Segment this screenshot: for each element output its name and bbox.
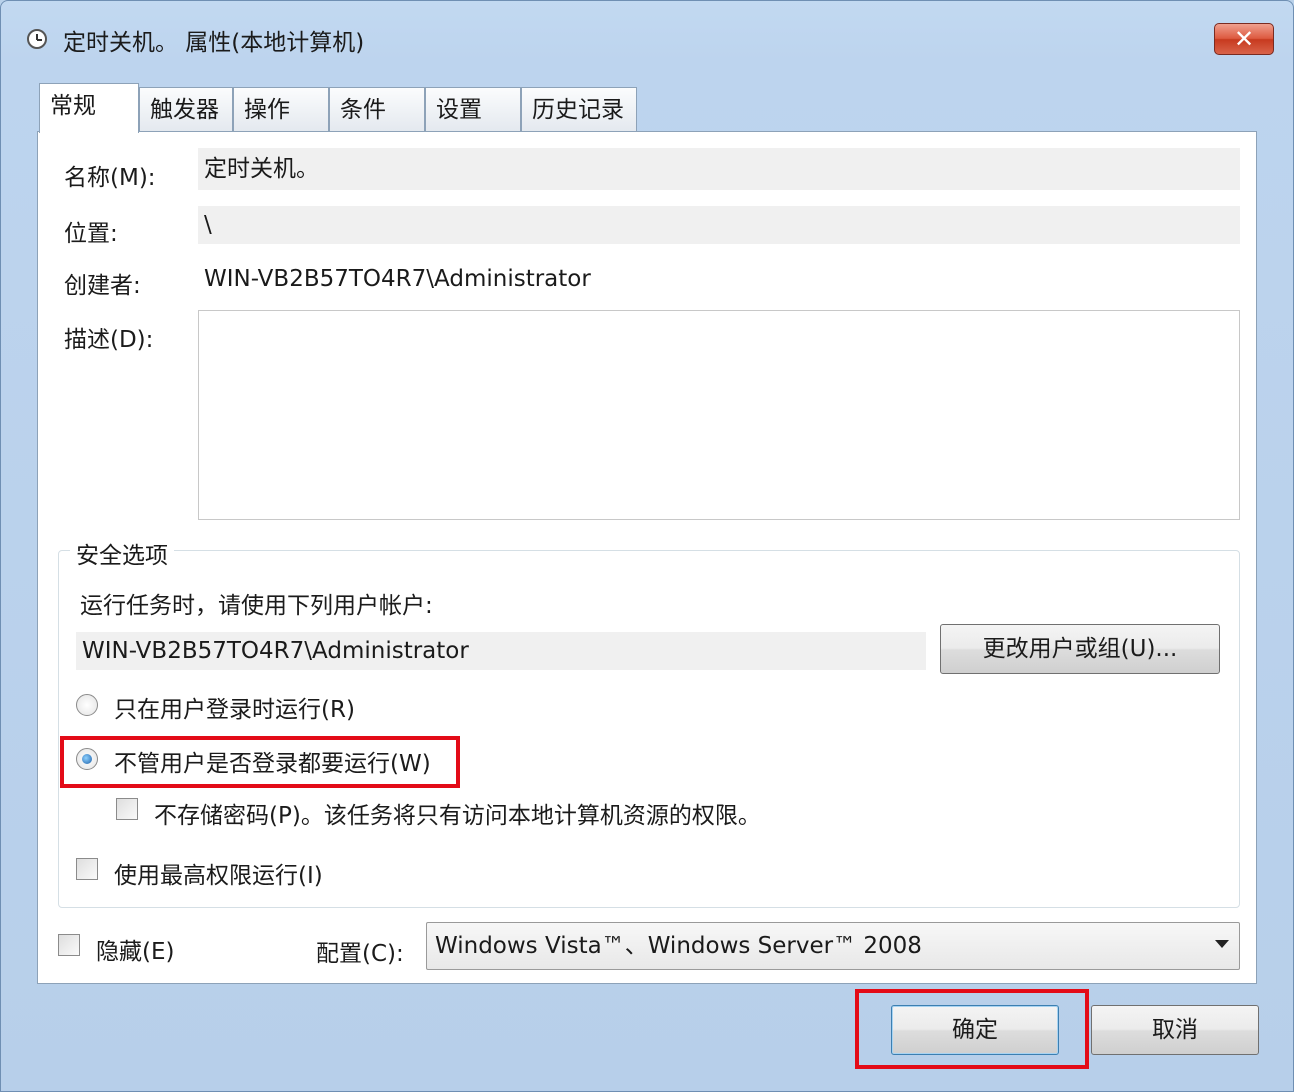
- tab-settings[interactable]: 设置: [425, 87, 521, 131]
- window-title: 定时关机。 属性(本地计算机): [63, 30, 365, 56]
- description-label: 描述(D):: [64, 327, 154, 353]
- chevron-down-icon: [1215, 940, 1229, 948]
- no-store-password-label[interactable]: 不存储密码(P)。该任务将只有访问本地计算机资源的权限。: [154, 796, 761, 830]
- properties-dialog: 定时关机。 属性(本地计算机) ✕ 常规 触发器 操作 条件 设置 历史记录 名…: [0, 0, 1294, 1092]
- highest-privileges-label[interactable]: 使用最高权限运行(I): [114, 856, 323, 890]
- name-label: 名称(M):: [64, 165, 156, 191]
- description-textarea[interactable]: [198, 310, 1240, 520]
- author-value: WIN-VB2B57TO4R7\Administrator: [204, 266, 591, 292]
- run-whether-logged-on-label[interactable]: 不管用户是否登录都要运行(W): [114, 744, 431, 778]
- tab-triggers[interactable]: 触发器: [139, 87, 233, 131]
- close-button[interactable]: ✕: [1214, 23, 1274, 55]
- tab-conditions[interactable]: 条件: [329, 87, 425, 131]
- tab-general[interactable]: 常规: [39, 83, 139, 133]
- ok-button[interactable]: 确定: [891, 1005, 1059, 1055]
- general-tab-panel: 名称(M): 定时关机。 位置: \ 创建者: WIN-VB2B57TO4R7\…: [37, 131, 1257, 984]
- configure-select[interactable]: Windows Vista™、Windows Server™ 2008: [426, 922, 1240, 970]
- security-options-title: 安全选项: [70, 536, 174, 570]
- configure-select-value: Windows Vista™、Windows Server™ 2008: [435, 933, 922, 959]
- run-logged-on-only-radio[interactable]: [76, 694, 98, 716]
- location-label: 位置:: [64, 221, 118, 247]
- hidden-label[interactable]: 隐藏(E): [96, 932, 174, 966]
- run-as-prompt: 运行任务时，请使用下列用户帐户:: [80, 593, 433, 619]
- name-field[interactable]: 定时关机。: [198, 148, 1240, 190]
- change-user-button[interactable]: 更改用户或组(U)...: [940, 624, 1220, 674]
- configure-label: 配置(C):: [316, 941, 404, 967]
- tab-history[interactable]: 历史记录: [521, 87, 637, 131]
- title-bar[interactable]: 定时关机。 属性(本地计算机) ✕: [1, 1, 1293, 71]
- tab-actions[interactable]: 操作: [233, 87, 329, 131]
- highest-privileges-checkbox[interactable]: [76, 858, 98, 880]
- run-whether-logged-on-radio[interactable]: [76, 748, 98, 770]
- hidden-checkbox[interactable]: [58, 934, 80, 956]
- no-store-password-checkbox[interactable]: [116, 798, 138, 820]
- run-logged-on-only-label[interactable]: 只在用户登录时运行(R): [114, 690, 355, 724]
- location-field[interactable]: \: [198, 206, 1240, 244]
- user-account-field: WIN-VB2B57TO4R7\Administrator: [76, 632, 926, 670]
- author-label: 创建者:: [64, 273, 141, 299]
- cancel-button[interactable]: 取消: [1091, 1005, 1259, 1055]
- clock-icon: [27, 29, 47, 49]
